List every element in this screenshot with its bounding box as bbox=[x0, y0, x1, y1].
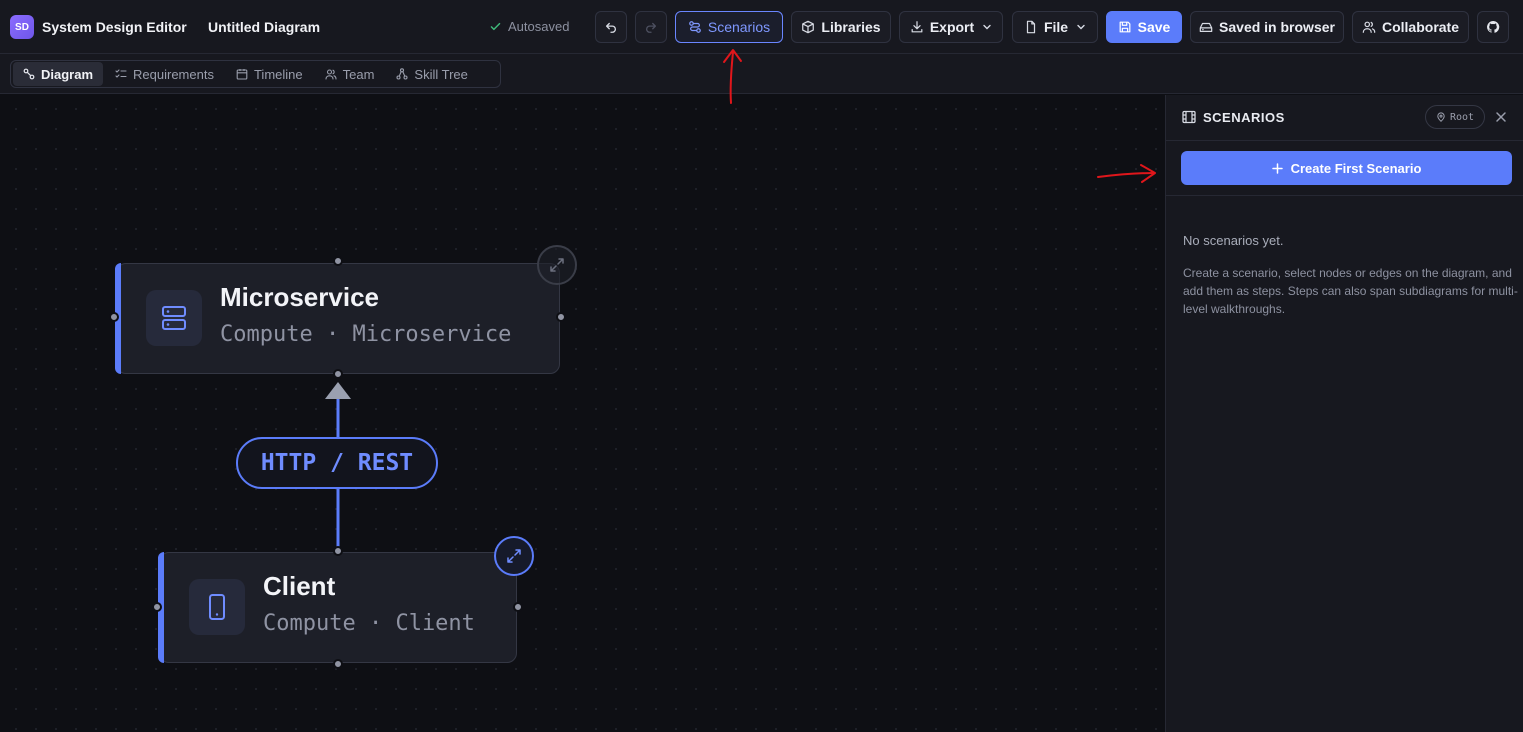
node-title: Client bbox=[263, 571, 336, 601]
scenarios-button[interactable]: Scenarios bbox=[675, 11, 783, 43]
collaborate-button-label: Collaborate bbox=[1381, 19, 1459, 35]
server-icon bbox=[162, 306, 186, 330]
tablet-icon bbox=[209, 594, 225, 620]
empty-state-description: Create a scenario, select nodes or edges… bbox=[1183, 266, 1518, 316]
view-tabs: Diagram Requirements Timeline Team Skill… bbox=[10, 60, 501, 88]
github-icon bbox=[1487, 21, 1500, 33]
tab-label: Requirements bbox=[133, 66, 214, 82]
node-icon-box bbox=[189, 579, 245, 635]
top-header: SD System Design Editor Untitled Diagram… bbox=[0, 0, 1523, 54]
create-scenario-label: Create First Scenario bbox=[1290, 160, 1422, 176]
export-button-label: Export bbox=[929, 19, 975, 35]
package-icon bbox=[802, 20, 815, 34]
undo-icon bbox=[605, 22, 616, 33]
map-pin-icon bbox=[1437, 112, 1445, 122]
tab-timeline[interactable]: Timeline bbox=[226, 62, 313, 86]
tab-skill-tree[interactable]: Skill Tree bbox=[386, 62, 477, 86]
route-icon bbox=[688, 21, 701, 33]
document-title[interactable]: Untitled Diagram bbox=[208, 19, 320, 35]
download-icon bbox=[911, 21, 923, 33]
node-subtitle: Compute · Microservice bbox=[220, 322, 512, 347]
export-button[interactable]: Export bbox=[899, 11, 1003, 43]
saved-in-browser-button[interactable]: Saved in browser bbox=[1190, 11, 1344, 43]
expand-arrows-icon bbox=[550, 258, 564, 272]
plus-icon bbox=[1271, 162, 1283, 174]
autosave-status: Autosaved bbox=[489, 19, 569, 34]
autosave-label: Autosaved bbox=[508, 19, 570, 34]
calendar-icon bbox=[236, 69, 248, 80]
location-badge-label: Root bbox=[1450, 111, 1475, 123]
location-badge[interactable]: Root bbox=[1425, 105, 1486, 129]
expand-subdiagram-button[interactable] bbox=[494, 536, 534, 576]
node-client[interactable]: Client Compute · Client bbox=[158, 552, 517, 663]
diagram-canvas[interactable]: HTTP / REST Microservice Compute · Micro… bbox=[0, 95, 1165, 732]
tab-diagram[interactable]: Diagram bbox=[13, 62, 104, 86]
node-subtitle: Compute · Client bbox=[263, 611, 475, 636]
empty-state-title: No scenarios yet. bbox=[1183, 233, 1284, 248]
node-microservice[interactable]: Microservice Compute · Microservice bbox=[115, 263, 560, 374]
expand-subdiagram-button[interactable] bbox=[537, 245, 577, 285]
node-title: Microservice bbox=[220, 282, 379, 312]
scenarios-button-label: Scenarios bbox=[707, 19, 771, 35]
github-button[interactable] bbox=[1477, 11, 1509, 43]
chevron-down-icon bbox=[983, 24, 991, 30]
app-title: System Design Editor bbox=[42, 19, 187, 35]
expand-arrows-icon bbox=[507, 549, 521, 563]
users-icon bbox=[1362, 21, 1376, 33]
diagram-icon bbox=[23, 68, 35, 80]
close-icon[interactable] bbox=[1494, 110, 1508, 124]
node-handle-top[interactable] bbox=[333, 546, 343, 556]
redo-icon bbox=[646, 22, 657, 33]
save-button[interactable]: Save bbox=[1106, 11, 1182, 43]
scenarios-panel: SCENARIOS Root Create First Scenario No … bbox=[1165, 95, 1523, 732]
redo-button[interactable] bbox=[635, 11, 667, 43]
check-icon bbox=[490, 22, 501, 31]
tab-requirements[interactable]: Requirements bbox=[105, 62, 224, 86]
chevron-down-icon bbox=[1077, 24, 1085, 30]
panel-title: SCENARIOS bbox=[1203, 110, 1285, 125]
node-handle-bottom[interactable] bbox=[333, 659, 343, 669]
node-icon-box bbox=[146, 290, 202, 346]
node-handle-right[interactable] bbox=[556, 312, 566, 322]
arrowhead-icon bbox=[325, 382, 351, 399]
edge-label[interactable]: HTTP / REST bbox=[236, 437, 438, 489]
node-handle-left[interactable] bbox=[109, 312, 119, 322]
save-button-label: Save bbox=[1137, 19, 1171, 35]
tab-label: Team bbox=[342, 66, 375, 82]
node-handle-top[interactable] bbox=[333, 256, 343, 266]
tab-label: Timeline bbox=[253, 66, 303, 82]
collaborate-button[interactable]: Collaborate bbox=[1352, 11, 1469, 43]
node-handle-bottom[interactable] bbox=[333, 369, 343, 379]
floppy-disk-icon bbox=[1119, 21, 1131, 33]
file-button[interactable]: File bbox=[1012, 11, 1098, 43]
saved-in-browser-label: Saved in browser bbox=[1219, 19, 1335, 35]
create-first-scenario-button[interactable]: Create First Scenario bbox=[1181, 151, 1512, 185]
libraries-button-label: Libraries bbox=[821, 19, 881, 35]
hard-drive-icon bbox=[1199, 22, 1213, 32]
panel-header: SCENARIOS Root bbox=[1166, 95, 1523, 141]
node-handle-right[interactable] bbox=[513, 602, 523, 612]
tab-team[interactable]: Team bbox=[315, 62, 385, 86]
file-button-label: File bbox=[1043, 19, 1069, 35]
panel-actions: Create First Scenario bbox=[1166, 141, 1523, 196]
node-handle-left[interactable] bbox=[152, 602, 162, 612]
users-icon bbox=[325, 69, 337, 80]
file-icon bbox=[1026, 20, 1036, 34]
tab-label: Skill Tree bbox=[414, 66, 468, 82]
app-logo: SD bbox=[10, 15, 34, 39]
undo-button[interactable] bbox=[595, 11, 627, 43]
film-icon bbox=[1182, 110, 1196, 124]
libraries-button[interactable]: Libraries bbox=[791, 11, 891, 43]
view-tab-bar: Diagram Requirements Timeline Team Skill… bbox=[0, 54, 1523, 94]
tab-label: Diagram bbox=[41, 66, 94, 82]
tree-icon bbox=[396, 68, 408, 80]
checklist-icon bbox=[115, 69, 127, 78]
